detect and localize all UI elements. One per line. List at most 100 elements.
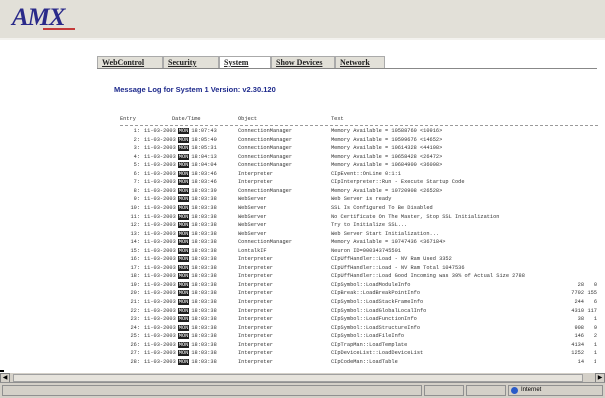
weekday-badge: MON xyxy=(177,162,190,169)
tab-system[interactable]: System xyxy=(219,56,271,68)
date-cell: 11-03-2003 MON 18:03:38 xyxy=(144,290,217,297)
tab-security[interactable]: Security xyxy=(163,56,219,68)
weekday-badge: MON xyxy=(177,179,190,186)
column-header-date: Date/Time xyxy=(172,116,201,122)
date-value: 11-03-2003 xyxy=(144,273,176,280)
date-value: 11-03-2003 xyxy=(144,239,176,246)
time-value: 18:04:13 xyxy=(191,153,217,160)
value-cell: 38 xyxy=(577,316,584,323)
message-cell: CIpCodeMan::LoadTable xyxy=(331,358,398,365)
entry-cell: 22: xyxy=(130,307,140,314)
weekday-badge: MON xyxy=(177,333,190,340)
tab-show-devices[interactable]: Show Devices xyxy=(271,56,335,68)
date-value: 11-03-2003 xyxy=(144,213,176,220)
message-cell: Memory Available = 10720908 <26528> xyxy=(331,187,443,194)
entry-cell: 8: xyxy=(133,187,140,194)
date-value: 11-03-2003 xyxy=(144,256,176,263)
message-cell: No Certificate On The Master, Stop SSL I… xyxy=(331,213,500,220)
message-cell: Memory Available = 10684900 <36008> xyxy=(331,162,443,169)
time-value: 18:03:38 xyxy=(191,204,217,211)
date-cell: 11-03-2003 MON 18:03:38 xyxy=(144,256,217,263)
count-cell: 0 xyxy=(593,281,597,288)
object-cell: Interpreter xyxy=(238,299,273,305)
message-cell: CIpSymbol::LoadFileInfo xyxy=(331,333,405,340)
status-bar: Internet xyxy=(0,382,605,398)
object-cell: LontalkIF xyxy=(238,247,267,254)
message-cell: CIpUffHandler::Load - NV Ram Total 10475… xyxy=(331,264,465,271)
count-cell: 1 xyxy=(593,350,597,357)
date-cell: 11-03-2003 MON 18:03:39 xyxy=(144,187,217,194)
weekday-badge: MON xyxy=(177,213,190,220)
time-value: 18:03:38 xyxy=(191,239,217,246)
date-value: 11-03-2003 xyxy=(144,333,176,340)
entry-cell: 13: xyxy=(130,230,140,237)
date-cell: 11-03-2003 MON 18:03:46 xyxy=(144,179,217,186)
date-value: 11-03-2003 xyxy=(144,196,176,203)
weekday-badge: MON xyxy=(177,170,190,177)
date-cell: 11-03-2003 MON 18:03:38 xyxy=(144,324,217,331)
count-cell: 6 xyxy=(593,299,597,305)
message-cell: Try to Initialize SSL... xyxy=(331,222,408,229)
weekday-badge: MON xyxy=(177,281,190,288)
date-cell: 11-03-2003 MON 18:03:38 xyxy=(144,239,217,246)
date-value: 11-03-2003 xyxy=(144,162,176,169)
date-cell: 11-03-2003 MON 18:03:38 xyxy=(144,281,217,288)
object-cell: Interpreter xyxy=(238,290,273,297)
value-cell: 4134 xyxy=(571,341,584,348)
time-value: 18:03:38 xyxy=(191,222,217,229)
date-value: 11-03-2003 xyxy=(144,358,176,365)
weekday-badge: MON xyxy=(177,196,190,203)
date-cell: 11-03-2003 MON 18:03:38 xyxy=(144,273,217,280)
entry-cell: 11: xyxy=(130,213,140,220)
object-cell: ConnectionManager xyxy=(238,136,293,143)
object-cell: ConnectionManager xyxy=(238,153,293,160)
message-cell: Neuron ID=000343745501 xyxy=(331,247,401,254)
date-value: 11-03-2003 xyxy=(144,290,176,297)
security-zone-pane: Internet xyxy=(508,385,603,396)
weekday-badge: MON xyxy=(177,187,190,194)
entry-cell: 9: xyxy=(133,196,140,203)
time-value: 18:03:38 xyxy=(191,273,217,280)
object-cell: ConnectionManager xyxy=(238,239,293,246)
entry-cell: 16: xyxy=(130,256,140,263)
object-cell: Interpreter xyxy=(238,170,273,177)
weekday-badge: MON xyxy=(177,145,190,152)
date-value: 11-03-2003 xyxy=(144,170,176,177)
weekday-badge: MON xyxy=(177,316,190,323)
object-cell: ConnectionManager xyxy=(238,187,293,194)
weekday-badge: MON xyxy=(177,230,190,237)
value-cell: 4310 xyxy=(571,307,584,314)
object-cell: Interpreter xyxy=(238,333,273,340)
time-value: 18:03:38 xyxy=(191,213,217,220)
entry-cell: 19: xyxy=(130,281,140,288)
date-cell: 11-03-2003 MON 18:03:38 xyxy=(144,350,217,357)
scroll-thumb[interactable] xyxy=(13,374,583,382)
time-value: 18:03:38 xyxy=(191,196,217,203)
tab-webcontrol[interactable]: WebControl xyxy=(97,56,163,68)
date-cell: 11-03-2003 MON 18:03:38 xyxy=(144,204,217,211)
object-cell: WebServer xyxy=(238,222,267,229)
message-cell: Memory Available = 10658428 <26472> xyxy=(331,153,443,160)
status-message-pane xyxy=(2,385,422,396)
date-value: 11-03-2003 xyxy=(144,307,176,314)
time-value: 18:03:46 xyxy=(191,179,217,186)
object-cell: Interpreter xyxy=(238,273,273,280)
object-cell: Interpreter xyxy=(238,350,273,357)
date-cell: 11-03-2003 MON 18:04:13 xyxy=(144,153,217,160)
date-cell: 11-03-2003 MON 18:03:38 xyxy=(144,341,217,348)
value-cell: 244 xyxy=(574,299,584,305)
entry-cell: 23: xyxy=(130,316,140,323)
entry-cell: 15: xyxy=(130,247,140,254)
object-cell: Interpreter xyxy=(238,264,273,271)
date-value: 11-03-2003 xyxy=(144,145,176,152)
object-cell: ConnectionManager xyxy=(238,162,293,169)
date-cell: 11-03-2003 MON 18:03:38 xyxy=(144,264,217,271)
tab-network[interactable]: Network xyxy=(335,56,385,68)
time-value: 18:03:38 xyxy=(191,350,217,357)
date-cell: 11-03-2003 MON 18:05:31 xyxy=(144,145,217,152)
object-cell: Interpreter xyxy=(238,316,273,323)
date-cell: 11-03-2003 MON 18:03:38 xyxy=(144,358,217,365)
message-cell: CIpSymbol::LoadStackFrameInfo xyxy=(331,299,424,305)
weekday-badge: MON xyxy=(177,222,190,229)
entry-cell: 10: xyxy=(130,204,140,211)
